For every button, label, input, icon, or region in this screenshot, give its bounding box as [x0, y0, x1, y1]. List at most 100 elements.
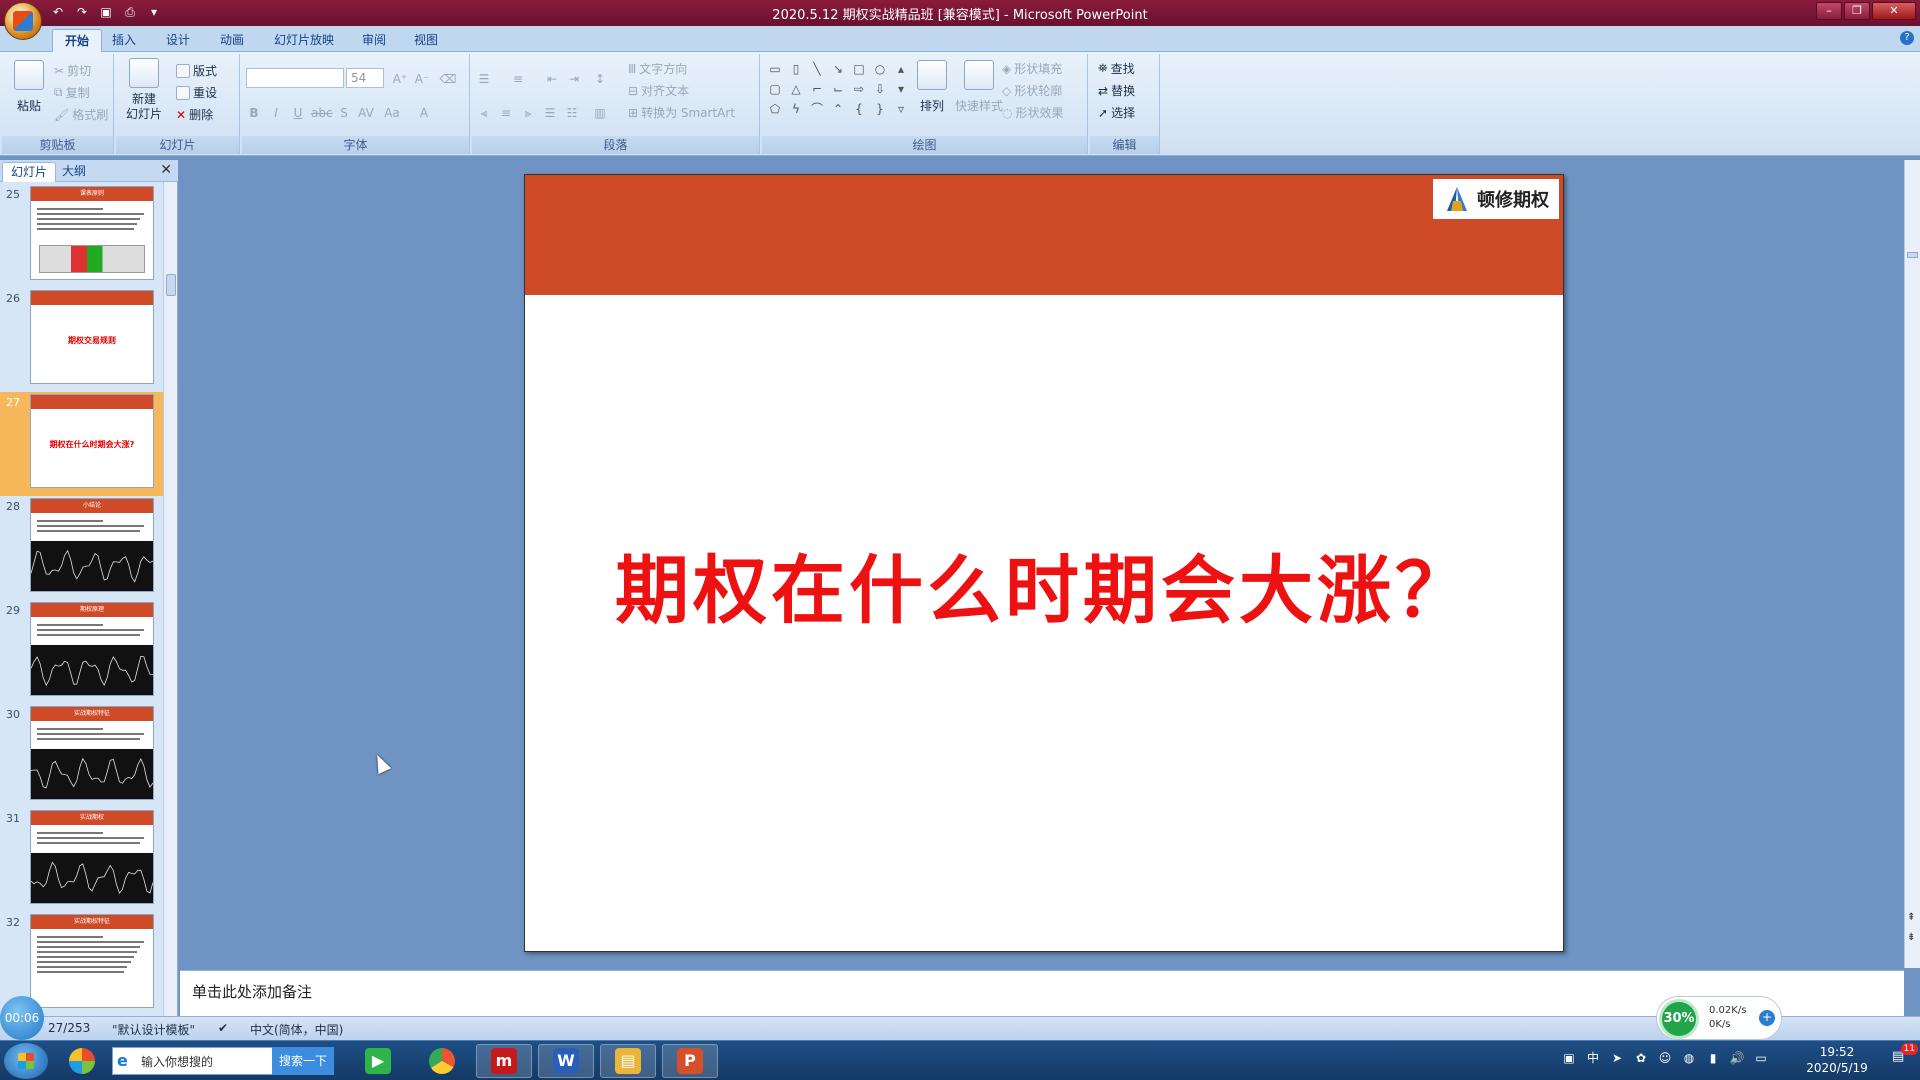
tray-security-icon[interactable]: ◍ — [1680, 1049, 1698, 1067]
notification-icon[interactable]: ▤ 11 — [1892, 1043, 1918, 1071]
align-text-button[interactable]: ⊟ 对齐文本 — [628, 82, 689, 99]
numbering-icon[interactable]: ≡ — [508, 68, 528, 88]
slide-thumbnail[interactable]: 31 实战期权 — [0, 808, 164, 912]
restore-button[interactable]: ❐ — [1844, 2, 1870, 20]
text-direction-button[interactable]: Ⅲ 文字方向 — [628, 60, 687, 77]
freeform-shape-icon[interactable]: ⬠ — [766, 100, 784, 118]
office-button[interactable] — [4, 2, 42, 40]
shape-outline-button[interactable]: ◇ 形状轮廓 — [1002, 82, 1062, 99]
scroll-up-icon[interactable]: ▴ — [892, 60, 910, 78]
quick-styles-button[interactable]: 快速样式 — [948, 60, 1010, 114]
format-painter-button[interactable]: 🖌 格式刷 — [54, 106, 108, 123]
tab-view[interactable]: 视图 — [402, 29, 450, 52]
network-icon[interactable]: ▭ — [1752, 1049, 1770, 1067]
tab-animations[interactable]: 动画 — [208, 29, 256, 52]
distribute-icon[interactable]: ☷ — [562, 102, 582, 122]
strikethrough-icon[interactable]: abc — [310, 102, 333, 122]
taskbar-app-explorer-icon[interactable]: ▤ — [600, 1044, 656, 1078]
close-button[interactable]: ✕ — [1872, 2, 1916, 20]
reset-button[interactable]: 重设 — [176, 84, 217, 101]
minimize-button[interactable]: – — [1816, 2, 1842, 20]
notes-placeholder[interactable]: 单击此处添加备注 — [192, 981, 312, 1002]
clear-format-icon[interactable]: ⌫ — [438, 68, 458, 88]
brace-left-shape-icon[interactable]: { — [850, 100, 868, 118]
align-right-icon[interactable]: ⫸ — [518, 102, 538, 122]
bold-icon[interactable]: B — [244, 102, 264, 122]
convert-smartart-button[interactable]: ⊞ 转换为 SmartArt — [628, 104, 735, 121]
taskbar-app-word-icon[interactable]: W — [538, 1044, 594, 1078]
align-center-icon[interactable]: ≡ — [496, 102, 516, 122]
tab-home[interactable]: 开始 — [52, 29, 103, 52]
slide-scrollbar[interactable]: ⇞ ⇟ — [1904, 160, 1920, 968]
plus-icon[interactable]: + — [1759, 1010, 1775, 1026]
taskbar-app-browser-icon[interactable] — [414, 1044, 470, 1078]
slide-thumbnail[interactable]: 29 期权原理 — [0, 600, 164, 704]
slide-scroll-thumb[interactable] — [1907, 252, 1918, 258]
cut-button[interactable]: ✂ 剪切 — [54, 62, 91, 79]
slide-thumbnail[interactable]: 28 小结论 — [0, 496, 164, 600]
rect-shape-icon[interactable]: □ — [850, 60, 868, 78]
tray-flower-icon[interactable]: ✿ — [1632, 1049, 1650, 1067]
panel-scrollbar[interactable] — [163, 182, 177, 1020]
replace-button[interactable]: ⇄ 替换 — [1098, 82, 1135, 99]
arrange-button[interactable]: 排列 — [912, 60, 952, 114]
taskbar-app-windows-icon[interactable] — [54, 1044, 110, 1078]
paste-button[interactable]: 粘贴 — [10, 60, 48, 114]
prev-slide-icon[interactable]: ⇞ — [1907, 912, 1915, 923]
change-case-icon[interactable]: Aa — [382, 102, 402, 122]
elbow-shape-icon[interactable]: ⌐ — [808, 80, 826, 98]
curve-shape-icon[interactable]: ⌒ — [808, 100, 826, 118]
slide-thumbnail[interactable]: 26 期权交易规则 — [0, 288, 164, 392]
triangle-shape-icon[interactable]: △ — [787, 80, 805, 98]
tab-insert[interactable]: 插入 — [100, 29, 148, 52]
tray-app-icon[interactable]: ▣ — [1560, 1049, 1578, 1067]
char-spacing-icon[interactable]: AV — [356, 102, 376, 122]
find-button[interactable]: ⛯ 查找 — [1098, 60, 1135, 77]
taskbar-app-powerpoint-icon[interactable]: P — [662, 1044, 718, 1078]
theme-name[interactable]: "默认设计模板" — [112, 1021, 195, 1038]
recording-timer[interactable]: 00:06 — [0, 996, 44, 1040]
next-slide-icon[interactable]: ⇟ — [1907, 932, 1915, 943]
help-icon[interactable]: ? — [1900, 31, 1914, 45]
tray-arrow-icon[interactable]: ➤ — [1608, 1049, 1626, 1067]
input-method-icon[interactable]: 中 — [1584, 1049, 1602, 1067]
arc-shape-icon[interactable]: ⌃ — [829, 100, 847, 118]
copy-button[interactable]: ⧉ 复制 — [54, 84, 90, 101]
down-arrow-shape-icon[interactable]: ⇩ — [871, 80, 889, 98]
shape-effects-button[interactable]: ◌ 形状效果 — [1002, 104, 1064, 121]
tab-review[interactable]: 审阅 — [350, 29, 398, 52]
tab-outline[interactable]: 大纲 — [54, 162, 94, 182]
tab-design[interactable]: 设计 — [154, 29, 202, 52]
grow-font-icon[interactable]: A⁺ — [390, 68, 410, 88]
slide-thumbnail[interactable]: 27 期权在什么时期会大涨? — [0, 392, 164, 496]
justify-icon[interactable]: ☰ — [540, 102, 560, 122]
scroll-down-icon[interactable]: ▾ — [892, 80, 910, 98]
columns-icon[interactable]: ▥ — [590, 102, 610, 122]
taskbar-app-trading-icon[interactable]: m — [476, 1044, 532, 1078]
shapes-gallery[interactable]: ▭ ▯ ╲ ↘ □ ○ ▴ ▢ △ ⌐ ⌙ ⇨ ⇩ ▾ ⬠ ϟ ⌒ ⌃{} ▿ — [766, 60, 912, 118]
layout-button[interactable]: 版式 — [176, 62, 217, 79]
delete-slide-button[interactable]: ✕ 删除 — [176, 106, 213, 123]
bullets-icon[interactable]: ☰ — [474, 68, 494, 88]
oval-shape-icon[interactable]: ○ — [871, 60, 889, 78]
taskbar-search-button[interactable]: 搜索一下 — [272, 1047, 334, 1075]
vtextbox-shape-icon[interactable]: ▯ — [787, 60, 805, 78]
volume-icon[interactable]: 🔊 — [1728, 1049, 1746, 1067]
brace-right-shape-icon[interactable]: } — [871, 100, 889, 118]
elbow2-shape-icon[interactable]: ⌙ — [829, 80, 847, 98]
font-size-select[interactable]: 54 — [346, 68, 384, 88]
italic-icon[interactable]: I — [266, 102, 286, 122]
slide-thumbnail[interactable]: 25 课表原则 — [0, 184, 164, 288]
right-arrow-shape-icon[interactable]: ⇨ — [850, 80, 868, 98]
close-icon[interactable]: ✕ — [160, 162, 172, 178]
increase-indent-icon[interactable]: ⇥ — [564, 68, 584, 88]
panel-scroll-thumb[interactable] — [166, 274, 176, 296]
line-shape-icon[interactable]: ╲ — [808, 60, 826, 78]
slide-thumbnail[interactable]: 30 实战期权特征 — [0, 704, 164, 808]
select-button[interactable]: ➚ 选择 — [1098, 104, 1135, 121]
notes-pane[interactable]: 单击此处添加备注 — [180, 970, 1904, 1016]
slide-title[interactable]: 期权在什么时期会大涨？ — [525, 531, 1563, 638]
tab-slides[interactable]: 幻灯片 — [2, 162, 57, 182]
network-monitor[interactable]: 30% 0.02K/s 0K/s + — [1656, 996, 1782, 1040]
arrow-shape-icon[interactable]: ↘ — [829, 60, 847, 78]
